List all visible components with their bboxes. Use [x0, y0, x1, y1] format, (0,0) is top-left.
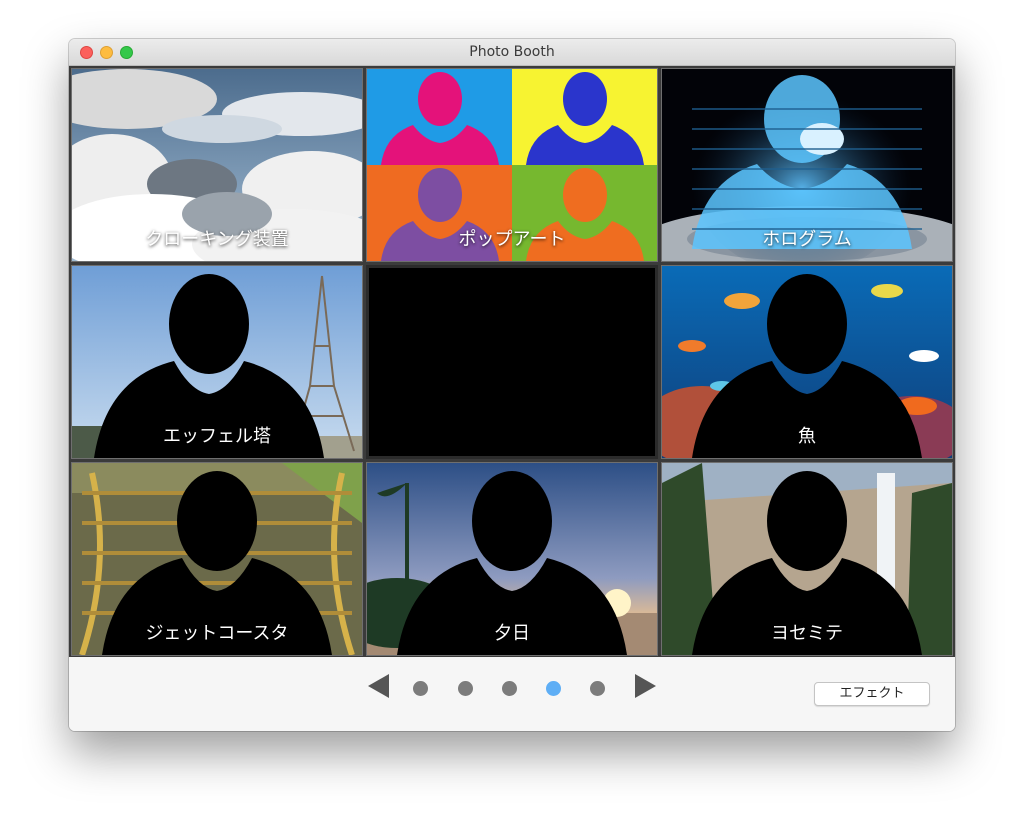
page-dot-2[interactable] — [458, 681, 473, 696]
tile-label: ヨセミテ — [771, 623, 843, 644]
effect-button[interactable]: エフェクト — [814, 682, 930, 706]
effect-tile-yosemite[interactable]: ヨセミテ — [661, 462, 953, 656]
effects-grid: クローキング装置 ポップアート ホログラム エッフェル塔 魚 ジェットコースタ … — [69, 66, 955, 657]
effect-tile-eiffel-tower[interactable]: エッフェル塔 — [71, 265, 363, 459]
bottom-toolbar: エフェクト — [69, 657, 955, 731]
tile-label: 夕日 — [494, 623, 530, 644]
effect-tile-fish[interactable]: 魚 — [661, 265, 953, 459]
page-dot-1[interactable] — [413, 681, 428, 696]
effect-tile-pop-art[interactable]: ポップアート — [366, 68, 658, 262]
next-page-arrow-icon[interactable] — [634, 674, 656, 698]
window-title: Photo Booth — [469, 44, 555, 60]
tile-label: エッフェル塔 — [163, 426, 271, 447]
page-dot-4[interactable] — [546, 681, 561, 696]
tile-label: クローキング装置 — [145, 229, 289, 250]
tile-label: ホログラム — [762, 229, 852, 250]
photo-booth-window: Photo Booth クローキング装置 ポップアート ホログラム エッフェル塔… — [69, 39, 955, 731]
page-dot-3[interactable] — [502, 681, 517, 696]
page-dot-5[interactable] — [590, 681, 605, 696]
title-bar: Photo Booth — [69, 39, 955, 66]
effect-tile-hologram[interactable]: ホログラム — [661, 68, 953, 262]
effect-tile-normal[interactable] — [366, 265, 658, 459]
effect-tile-cloaking[interactable]: クローキング装置 — [71, 68, 363, 262]
effect-tile-roller-coaster[interactable]: ジェットコースタ — [71, 462, 363, 656]
camera-preview — [369, 268, 655, 456]
tile-label: 魚 — [798, 426, 816, 447]
previous-page-arrow-icon[interactable] — [368, 674, 390, 698]
effect-tile-sunset[interactable]: 夕日 — [366, 462, 658, 656]
tile-label: ポップアート — [458, 229, 566, 250]
tile-label: ジェットコースタ — [145, 623, 289, 644]
